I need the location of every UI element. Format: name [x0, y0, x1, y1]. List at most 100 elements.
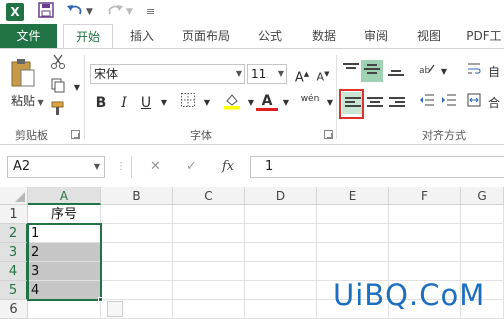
- cell-f3[interactable]: [389, 243, 461, 262]
- cell-d6[interactable]: [245, 300, 317, 319]
- clipboard-group-label: 剪贴板: [15, 129, 48, 142]
- column-header-g[interactable]: G: [461, 187, 504, 205]
- row-header-4[interactable]: 4: [0, 262, 28, 281]
- cell-c2[interactable]: [173, 224, 245, 243]
- font-color-dropdown-icon[interactable]: ▼: [275, 92, 297, 114]
- column-header-e[interactable]: E: [317, 187, 389, 205]
- cell-b3[interactable]: [101, 243, 173, 262]
- cell-b2[interactable]: [101, 224, 173, 243]
- decrease-indent-icon[interactable]: [416, 92, 438, 114]
- cell-g2[interactable]: [461, 224, 504, 243]
- cell-f2[interactable]: [389, 224, 461, 243]
- chevron-down-icon: ▼: [93, 162, 100, 171]
- cell-d4[interactable]: [245, 262, 317, 281]
- align-bottom-icon[interactable]: [388, 66, 404, 80]
- select-all-corner[interactable]: [0, 187, 28, 205]
- cell-d1[interactable]: [245, 205, 317, 224]
- redo-icon[interactable]: [106, 2, 124, 22]
- tab-home[interactable]: 开始: [63, 24, 113, 50]
- column-header-a[interactable]: A: [28, 187, 101, 205]
- phonetic-dropdown-icon[interactable]: ▼: [319, 92, 341, 114]
- grow-font-button[interactable]: A▲: [291, 63, 313, 85]
- cell-f1[interactable]: [389, 205, 461, 224]
- chevron-down-icon: ▼: [235, 69, 242, 78]
- cell-d3[interactable]: [245, 243, 317, 262]
- grow-font-icon: A: [294, 70, 304, 86]
- undo-dropdown-icon[interactable]: ▼: [86, 2, 93, 22]
- align-center-icon[interactable]: [367, 97, 383, 111]
- cell-a1[interactable]: 序号: [28, 205, 101, 224]
- save-icon[interactable]: [38, 2, 54, 22]
- ribbon-home: 粘贴 ▼ ▼ 剪贴板 宋体 ▼ 11 ▼ A▲ A▼ B I U ▼ ▼ ▼ A…: [0, 48, 504, 145]
- column-header-b[interactable]: B: [101, 187, 173, 205]
- svg-text:ab: ab: [419, 66, 431, 76]
- cut-icon[interactable]: [47, 54, 69, 76]
- paste-button[interactable]: 粘贴 ▼: [11, 92, 44, 109]
- cell-g1[interactable]: [461, 205, 504, 224]
- column-header-c[interactable]: C: [173, 187, 245, 205]
- ribbon-tabs: 文件 开始 插入 页面布局 公式 数据 审阅 视图 PDF工: [0, 24, 504, 50]
- chevron-down-icon: ▼: [277, 69, 284, 78]
- align-right-icon[interactable]: [389, 97, 405, 111]
- redo-dropdown-icon[interactable]: ▼: [126, 2, 133, 22]
- tab-file[interactable]: 文件: [0, 24, 57, 49]
- cancel-icon[interactable]: ✕: [150, 156, 161, 178]
- cell-e1[interactable]: [317, 205, 389, 224]
- column-header-d[interactable]: D: [245, 187, 317, 205]
- tab-data[interactable]: 数据: [302, 24, 346, 49]
- font-name-combo[interactable]: 宋体 ▼: [90, 64, 245, 84]
- row-header-6[interactable]: 6: [0, 300, 28, 319]
- row-header-1[interactable]: 1: [0, 205, 28, 224]
- tab-formulas[interactable]: 公式: [248, 24, 292, 49]
- cell-d5[interactable]: [245, 281, 317, 300]
- enter-icon[interactable]: ✓: [186, 156, 197, 178]
- font-launcher-icon[interactable]: [324, 130, 333, 139]
- tab-view[interactable]: 视图: [407, 24, 451, 49]
- undo-icon[interactable]: [66, 2, 84, 22]
- align-top-icon[interactable]: [343, 63, 359, 77]
- cell-b5[interactable]: [101, 281, 173, 300]
- row-header-3[interactable]: 3: [0, 243, 28, 262]
- bold-button[interactable]: B: [90, 92, 112, 114]
- fill-handle[interactable]: [98, 297, 103, 302]
- cell-c6[interactable]: [173, 300, 245, 319]
- cell-e2[interactable]: [317, 224, 389, 243]
- increase-indent-icon[interactable]: [438, 92, 460, 114]
- cell-b1[interactable]: [101, 205, 173, 224]
- quick-analysis-icon[interactable]: [107, 301, 123, 317]
- cell-c4[interactable]: [173, 262, 245, 281]
- insert-function-icon[interactable]: fx: [222, 156, 234, 178]
- merge-center-icon[interactable]: [465, 92, 483, 114]
- format-painter-icon[interactable]: [47, 100, 69, 122]
- align-middle-icon[interactable]: [364, 64, 380, 78]
- cell-g3[interactable]: [461, 243, 504, 262]
- clipboard-launcher-icon[interactable]: [71, 130, 80, 139]
- customize-qat-icon[interactable]: ≡: [146, 2, 155, 22]
- merge-center-label: 合: [487, 96, 500, 110]
- cell-c3[interactable]: [173, 243, 245, 262]
- excel-app-icon[interactable]: X: [6, 3, 24, 21]
- tab-review[interactable]: 审阅: [354, 24, 398, 49]
- formula-input[interactable]: 1: [250, 156, 504, 178]
- underline-dropdown-icon[interactable]: ▼: [153, 92, 175, 114]
- cell-c1[interactable]: [173, 205, 245, 224]
- shrink-font-button[interactable]: A▼: [312, 63, 334, 85]
- orientation-dropdown-icon[interactable]: ▼: [433, 61, 455, 83]
- cell-e3[interactable]: [317, 243, 389, 262]
- cell-a6[interactable]: [28, 300, 101, 319]
- italic-button[interactable]: I: [113, 92, 135, 114]
- row-header-2[interactable]: 2: [0, 224, 28, 243]
- tab-pdf[interactable]: PDF工: [464, 24, 504, 49]
- borders-dropdown-icon[interactable]: ▼: [196, 92, 218, 114]
- cell-c5[interactable]: [173, 281, 245, 300]
- row-header-5[interactable]: 5: [0, 281, 28, 300]
- tab-page-layout[interactable]: 页面布局: [174, 24, 238, 49]
- column-header-f[interactable]: F: [389, 187, 461, 205]
- tab-insert[interactable]: 插入: [120, 24, 164, 49]
- paste-icon[interactable]: [10, 57, 36, 92]
- cell-d2[interactable]: [245, 224, 317, 243]
- wrap-text-icon[interactable]: [465, 61, 483, 83]
- font-size-combo[interactable]: 11 ▼: [247, 64, 287, 84]
- cell-b4[interactable]: [101, 262, 173, 281]
- name-box[interactable]: A2 ▼: [7, 156, 105, 178]
